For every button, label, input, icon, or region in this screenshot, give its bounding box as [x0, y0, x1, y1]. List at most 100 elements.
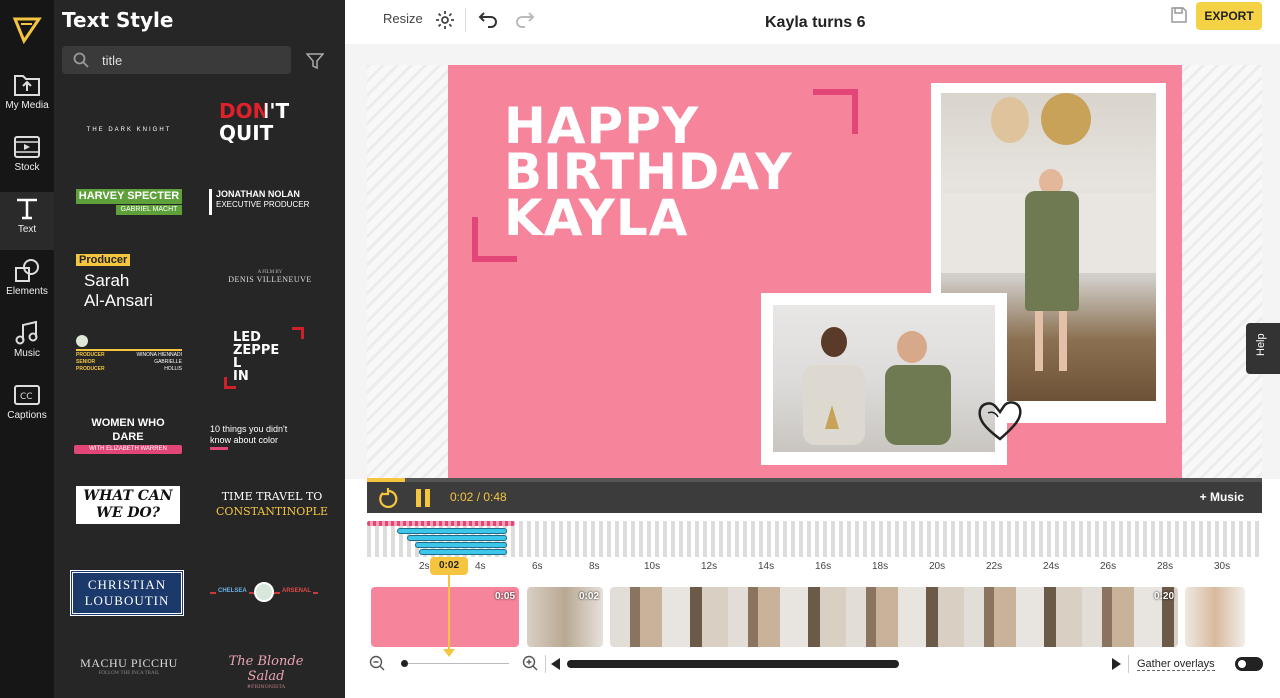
text-style-card[interactable]: THE DARK KNIGHT: [76, 118, 182, 133]
playback-time: 0:02 / 0:48: [450, 490, 507, 504]
zoom-slider-track[interactable]: [403, 663, 509, 664]
clip-duration: 0:20: [1153, 591, 1174, 602]
card-text: SENIOR: [76, 359, 96, 365]
overlay-track[interactable]: [419, 549, 507, 555]
search-box[interactable]: [62, 46, 291, 74]
save-icon[interactable]: [1170, 6, 1188, 24]
bracket-decoration: [292, 327, 304, 339]
clip-duration: 0:02: [578, 591, 599, 602]
ruler-tick: 22s: [986, 561, 1003, 572]
card-text: Producer: [76, 254, 131, 266]
divider: [545, 655, 546, 673]
text-style-card[interactable]: HARVEY SPECTER GABRIEL MACHT: [76, 189, 182, 215]
photo-two-girls[interactable]: [761, 293, 1007, 465]
top-bar: Resize Kayla turns 6 EXPORT: [345, 0, 1280, 44]
card-text: WINONA HIENNADI: [136, 352, 182, 358]
ruler-tick: 18s: [872, 561, 889, 572]
card-text: WE DO?: [96, 505, 160, 521]
undo-icon[interactable]: [478, 10, 498, 28]
balloon-shape: [1041, 93, 1091, 145]
search-icon: [73, 52, 89, 68]
gather-overlays-toggle[interactable]: [1235, 657, 1263, 671]
rail-label: Music: [13, 348, 41, 359]
scroll-left-icon[interactable]: [551, 658, 561, 670]
playhead-badge[interactable]: 0:02: [430, 557, 468, 575]
card-text: WOMEN WHO: [91, 417, 165, 429]
text-style-card[interactable]: A FILM BY DENIS VILLENEUVE: [214, 270, 326, 292]
timeline-clip[interactable]: 0:02: [527, 587, 603, 647]
gather-overlays-label[interactable]: Gather overlays: [1137, 658, 1215, 671]
balloon-shape: [991, 97, 1029, 143]
add-music-button[interactable]: + Music: [1200, 490, 1244, 504]
pause-icon[interactable]: [415, 488, 431, 508]
heart-icon[interactable]: [974, 393, 1026, 445]
filter-icon[interactable]: [306, 52, 324, 70]
text-style-card[interactable]: PRODUCER SENIOR PRODUCER WINONA HIENNADI…: [76, 335, 186, 377]
photo-image: [773, 305, 995, 452]
text-style-card[interactable]: Producer Sarah Al-Ansari: [76, 250, 186, 310]
replay-icon[interactable]: [379, 488, 399, 508]
rail-item-music[interactable]: Music: [0, 316, 54, 374]
rail-item-text[interactable]: Text: [0, 192, 54, 250]
card-text: DENIS VILLENEUVE: [228, 275, 312, 284]
rail-item-captions[interactable]: CC Captions: [0, 378, 54, 436]
overlay-track[interactable]: [397, 528, 507, 534]
text-style-card[interactable]: JONATHAN NOLAN EXECUTIVE PRODUCER: [209, 189, 329, 215]
toggle-knob: [1238, 660, 1246, 668]
card-text: CHELSEA: [216, 588, 249, 594]
text-style-card[interactable]: DON'T QUIT: [219, 100, 329, 148]
rail-item-my-media[interactable]: My Media: [0, 68, 54, 126]
text-style-card[interactable]: 10 things you didn't know about color: [210, 424, 330, 454]
gear-icon[interactable]: [435, 10, 455, 30]
timeline-scrollbar-thumb[interactable]: [567, 660, 899, 668]
video-canvas[interactable]: HAPPY BIRTHDAY KAYLA: [448, 65, 1182, 479]
text-style-card[interactable]: CHELSEA ARSENAL: [210, 582, 318, 604]
bracket-decoration[interactable]: [813, 89, 858, 134]
card-text: Sarah: [84, 271, 130, 290]
text-style-card[interactable]: CHRISTIAN LOUBOUTIN: [70, 570, 184, 616]
text-style-card[interactable]: MACHU PICCHU FOLLOW THE INCA TRAIL: [76, 656, 182, 682]
dress-shape: [885, 365, 951, 445]
ruler-tick: 14s: [758, 561, 775, 572]
text-style-card[interactable]: The Blonde Salad #FRINONISTA: [210, 654, 322, 690]
overlay-track[interactable]: [415, 542, 507, 548]
nav-rail: My Media Stock Text Elements Music CC Ca…: [0, 0, 54, 698]
card-stack: LED ZEPPE L IN: [233, 331, 279, 383]
dress-shape: [1025, 191, 1079, 311]
film-icon: [14, 136, 40, 158]
logo-icon[interactable]: [12, 14, 42, 44]
card-text: know about color: [210, 435, 279, 445]
overlay-track[interactable]: [407, 535, 507, 541]
rail-item-stock[interactable]: Stock: [0, 130, 54, 188]
playhead-marker-icon: [443, 649, 455, 657]
timeline-clip[interactable]: 0:20: [610, 587, 1178, 647]
project-title[interactable]: Kayla turns 6: [765, 14, 865, 32]
redo-icon[interactable]: [515, 10, 535, 28]
text-style-card[interactable]: TIME TRAVEL TO CONSTANTINOPLE: [212, 490, 332, 524]
timeline-clip[interactable]: [1185, 587, 1245, 647]
underline-decoration: [210, 447, 228, 450]
zoom-slider-handle[interactable]: [401, 660, 408, 667]
shapes-icon: [15, 259, 39, 282]
export-button[interactable]: EXPORT: [1196, 2, 1262, 30]
text-style-card[interactable]: WHAT CAN WE DO?: [76, 486, 180, 524]
card-left-col: PRODUCER SENIOR PRODUCER: [76, 352, 105, 373]
playhead-line[interactable]: [448, 575, 450, 655]
zoom-out-icon[interactable]: [369, 655, 385, 671]
ruler-tick: 12s: [701, 561, 718, 572]
rail-label: Text: [17, 224, 37, 235]
timeline-clip[interactable]: 0:05: [371, 587, 519, 647]
overlay-track[interactable]: [367, 521, 515, 526]
scroll-right-icon[interactable]: [1111, 658, 1121, 670]
resize-button[interactable]: Resize: [383, 11, 423, 26]
help-tab[interactable]: Help: [1246, 323, 1280, 374]
text-style-card[interactable]: LED ZEPPE L IN: [224, 327, 304, 389]
zoom-in-icon[interactable]: [522, 655, 538, 671]
card-text: ARSENAL: [280, 588, 314, 594]
card-text: 10 things you didn't: [210, 424, 288, 434]
text-style-card[interactable]: WOMEN WHO DARE WITH ELIZABETH WARREN: [74, 417, 182, 457]
search-input[interactable]: [102, 51, 282, 69]
headline-text[interactable]: HAPPY BIRTHDAY KAYLA: [504, 101, 793, 243]
rail-item-elements[interactable]: Elements: [0, 254, 54, 312]
ruler-tick: 10s: [644, 561, 661, 572]
